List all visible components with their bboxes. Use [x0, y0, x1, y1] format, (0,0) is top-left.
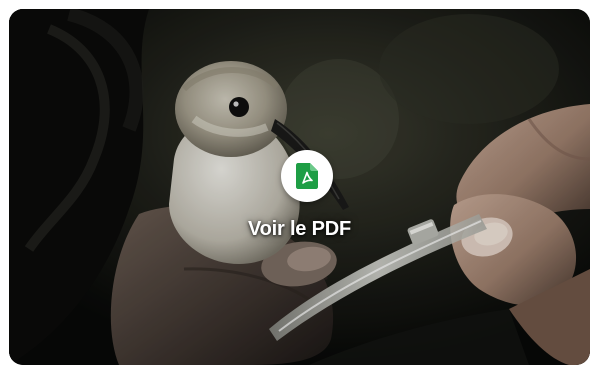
pdf-preview-card[interactable]: Voir le PDF — [9, 9, 590, 365]
pdf-badge[interactable] — [281, 150, 333, 202]
view-pdf-label[interactable]: Voir le PDF — [9, 218, 590, 241]
pdf-file-icon — [296, 163, 318, 189]
